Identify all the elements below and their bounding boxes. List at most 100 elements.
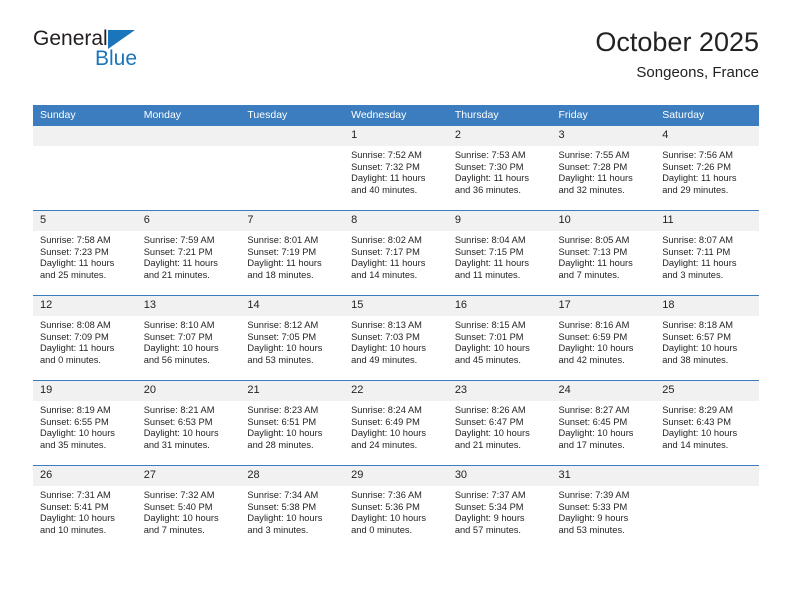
calendar-day-cell[interactable]: 18 Sunrise: 8:18 AM Sunset: 6:57 PM Dayligh… bbox=[655, 295, 759, 381]
calendar-day-cell-empty bbox=[240, 125, 345, 211]
calendar-day-cell[interactable]: 17 Sunrise: 8:16 AM Sunset: 6:59 PM Dayligh… bbox=[551, 295, 656, 381]
sunset-time: Sunset: 6:43 PM bbox=[662, 416, 731, 427]
calendar-day-cell[interactable]: 1 Sunrise: 7:52 AM Sunset: 7:32 PM Daylight… bbox=[344, 125, 448, 211]
calendar-day-cell[interactable]: 28 Sunrise: 7:34 AM Sunset: 5:38 PM Dayligh… bbox=[240, 465, 345, 550]
calendar-day-cell[interactable]: 2 Sunrise: 7:53 AM Sunset: 7:30 PM Daylight… bbox=[447, 125, 552, 211]
sunset-time: Sunset: 7:13 PM bbox=[558, 246, 628, 257]
day-number: 18 bbox=[655, 296, 759, 316]
sunset-time: Sunset: 6:45 PM bbox=[558, 416, 628, 427]
calendar-day-cell[interactable]: 15 Sunrise: 8:13 AM Sunset: 7:03 PM Dayligh… bbox=[344, 295, 448, 381]
day-details: Sunrise: 7:36 AM Sunset: 5:36 PM Daylight:… bbox=[344, 486, 448, 536]
day-number bbox=[136, 126, 241, 146]
calendar-day-cell[interactable]: 16 Sunrise: 8:15 AM Sunset: 7:01 PM Dayligh… bbox=[447, 295, 552, 381]
weekday-header-tuesday: Tuesday bbox=[240, 105, 345, 126]
sunrise-time: Sunrise: 8:21 AM bbox=[143, 405, 215, 415]
calendar-day-cell[interactable]: 20 Sunrise: 8:21 AM Sunset: 6:53 PM Dayligh… bbox=[136, 380, 241, 466]
calendar-day-cell[interactable]: 27 Sunrise: 7:32 AM Sunset: 5:40 PM Dayligh… bbox=[136, 465, 241, 550]
calendar-day-cell[interactable]: 9 Sunrise: 8:04 AM Sunset: 7:15 PM Daylight… bbox=[447, 210, 552, 296]
calendar-day-cell[interactable]: 11 Sunrise: 8:07 AM Sunset: 7:11 PM Dayligh… bbox=[655, 210, 759, 296]
daylight-duration-line2: and 53 minutes. bbox=[558, 524, 625, 535]
calendar-day-cell[interactable]: 8 Sunrise: 8:02 AM Sunset: 7:17 PM Daylight… bbox=[344, 210, 448, 296]
page-subtitle: Songeons, France bbox=[636, 64, 759, 81]
sunrise-time: Sunrise: 8:12 AM bbox=[247, 320, 319, 330]
calendar-day-cell[interactable]: 24 Sunrise: 8:27 AM Sunset: 6:45 PM Dayligh… bbox=[551, 380, 656, 466]
daylight-duration-line1: Daylight: 10 hours bbox=[454, 428, 530, 439]
calendar-day-cell-empty bbox=[136, 125, 241, 211]
sunset-time: Sunset: 6:55 PM bbox=[40, 416, 109, 427]
sunrise-time: Sunrise: 7:31 AM bbox=[40, 490, 111, 500]
day-details: Sunrise: 7:31 AM Sunset: 5:41 PM Daylight:… bbox=[33, 486, 137, 536]
sunset-time: Sunset: 7:05 PM bbox=[247, 331, 317, 342]
sunrise-time: Sunrise: 7:32 AM bbox=[143, 490, 215, 500]
calendar-day-cell[interactable]: 10 Sunrise: 8:05 AM Sunset: 7:13 PM Dayligh… bbox=[551, 210, 656, 296]
calendar-day-cell[interactable]: 31 Sunrise: 7:39 AM Sunset: 5:33 PM Dayligh… bbox=[551, 465, 656, 550]
brand-name-general: General bbox=[33, 28, 135, 50]
day-details: Sunrise: 7:53 AM Sunset: 7:30 PM Daylight:… bbox=[448, 146, 552, 196]
daylight-duration-line2: and 10 minutes. bbox=[40, 524, 107, 535]
sunset-time: Sunset: 7:03 PM bbox=[351, 331, 420, 342]
day-number bbox=[33, 126, 137, 146]
sunrise-time: Sunrise: 7:56 AM bbox=[662, 150, 734, 160]
weekday-header-wednesday: Wednesday bbox=[344, 105, 448, 126]
calendar-day-cell[interactable]: 23 Sunrise: 8:26 AM Sunset: 6:47 PM Dayligh… bbox=[447, 380, 552, 466]
daylight-duration-line2: and 40 minutes. bbox=[351, 184, 418, 195]
daylight-duration-line1: Daylight: 11 hours bbox=[247, 258, 322, 269]
daylight-duration-line2: and 3 minutes. bbox=[662, 269, 724, 280]
sunrise-time: Sunrise: 8:23 AM bbox=[247, 405, 319, 415]
day-number: 20 bbox=[136, 381, 241, 401]
page-header: General Blue October 2025 Songeons, Fran… bbox=[33, 27, 759, 98]
day-details: Sunrise: 8:12 AM Sunset: 7:05 PM Daylight:… bbox=[240, 316, 344, 366]
day-details: Sunrise: 8:24 AM Sunset: 6:49 PM Daylight:… bbox=[344, 401, 448, 451]
calendar-day-cell-empty bbox=[655, 465, 759, 550]
calendar-day-cell[interactable]: 3 Sunrise: 7:55 AM Sunset: 7:28 PM Daylight… bbox=[551, 125, 656, 211]
day-number: 13 bbox=[136, 296, 241, 316]
calendar-day-cell[interactable]: 19 Sunrise: 8:19 AM Sunset: 6:55 PM Dayligh… bbox=[33, 380, 137, 466]
calendar-day-cell[interactable]: 30 Sunrise: 7:37 AM Sunset: 5:34 PM Dayligh… bbox=[447, 465, 552, 550]
calendar-day-cell[interactable]: 25 Sunrise: 8:29 AM Sunset: 6:43 PM Dayligh… bbox=[655, 380, 759, 466]
calendar-day-cell[interactable]: 5 Sunrise: 7:58 AM Sunset: 7:23 PM Daylight… bbox=[33, 210, 137, 296]
daylight-duration-line2: and 3 minutes. bbox=[247, 524, 309, 535]
daylight-duration-line1: Daylight: 11 hours bbox=[351, 258, 426, 269]
calendar-day-cell[interactable]: 29 Sunrise: 7:36 AM Sunset: 5:36 PM Dayligh… bbox=[344, 465, 448, 550]
sunrise-time: Sunrise: 8:04 AM bbox=[454, 235, 526, 245]
sunset-time: Sunset: 7:26 PM bbox=[662, 161, 731, 172]
daylight-duration-line2: and 25 minutes. bbox=[40, 269, 107, 280]
day-number: 29 bbox=[344, 466, 448, 486]
day-details: Sunrise: 8:15 AM Sunset: 7:01 PM Daylight:… bbox=[448, 316, 552, 366]
calendar-day-cell[interactable]: 12 Sunrise: 8:08 AM Sunset: 7:09 PM Dayligh… bbox=[33, 295, 137, 381]
daylight-duration-line2: and 31 minutes. bbox=[143, 439, 210, 450]
daylight-duration-line2: and 17 minutes. bbox=[558, 439, 625, 450]
sunset-time: Sunset: 7:32 PM bbox=[351, 161, 420, 172]
sunset-time: Sunset: 7:07 PM bbox=[143, 331, 213, 342]
calendar-day-cell[interactable]: 21 Sunrise: 8:23 AM Sunset: 6:51 PM Dayligh… bbox=[240, 380, 345, 466]
calendar-day-cell[interactable]: 6 Sunrise: 7:59 AM Sunset: 7:21 PM Daylight… bbox=[136, 210, 241, 296]
day-details: Sunrise: 8:04 AM Sunset: 7:15 PM Daylight:… bbox=[448, 231, 552, 281]
day-details: Sunrise: 8:21 AM Sunset: 6:53 PM Daylight:… bbox=[137, 401, 241, 451]
daylight-duration-line2: and 32 minutes. bbox=[558, 184, 625, 195]
daylight-duration-line2: and 38 minutes. bbox=[662, 354, 729, 365]
daylight-duration-line2: and 42 minutes. bbox=[558, 354, 625, 365]
calendar-day-cell[interactable]: 14 Sunrise: 8:12 AM Sunset: 7:05 PM Dayligh… bbox=[240, 295, 345, 381]
daylight-duration-line1: Daylight: 11 hours bbox=[454, 258, 530, 269]
daylight-duration-line1: Daylight: 10 hours bbox=[351, 428, 427, 439]
calendar-day-cell[interactable]: 22 Sunrise: 8:24 AM Sunset: 6:49 PM Dayligh… bbox=[344, 380, 448, 466]
daylight-duration-line1: Daylight: 10 hours bbox=[662, 428, 738, 439]
sunrise-time: Sunrise: 8:08 AM bbox=[40, 320, 111, 330]
day-details: Sunrise: 7:59 AM Sunset: 7:21 PM Daylight:… bbox=[137, 231, 241, 281]
calendar-day-cell[interactable]: 7 Sunrise: 8:01 AM Sunset: 7:19 PM Daylight… bbox=[240, 210, 345, 296]
daylight-duration-line1: Daylight: 11 hours bbox=[351, 173, 426, 184]
sunrise-time: Sunrise: 8:24 AM bbox=[351, 405, 422, 415]
calendar-day-cell[interactable]: 4 Sunrise: 7:56 AM Sunset: 7:26 PM Daylight… bbox=[655, 125, 759, 211]
calendar-day-cell[interactable]: 13 Sunrise: 8:10 AM Sunset: 7:07 PM Dayligh… bbox=[136, 295, 241, 381]
calendar-day-cell[interactable]: 26 Sunrise: 7:31 AM Sunset: 5:41 PM Dayligh… bbox=[33, 465, 137, 550]
day-number: 12 bbox=[33, 296, 137, 316]
sunset-time: Sunset: 5:41 PM bbox=[40, 501, 109, 512]
sunrise-time: Sunrise: 8:15 AM bbox=[454, 320, 526, 330]
sunrise-time: Sunrise: 8:13 AM bbox=[351, 320, 422, 330]
day-details: Sunrise: 8:07 AM Sunset: 7:11 PM Daylight:… bbox=[655, 231, 759, 281]
sunset-time: Sunset: 6:47 PM bbox=[454, 416, 524, 427]
daylight-duration-line1: Daylight: 10 hours bbox=[143, 513, 219, 524]
sunrise-time: Sunrise: 8:07 AM bbox=[662, 235, 734, 245]
day-details: Sunrise: 8:23 AM Sunset: 6:51 PM Daylight:… bbox=[240, 401, 344, 451]
day-number: 9 bbox=[447, 211, 552, 231]
